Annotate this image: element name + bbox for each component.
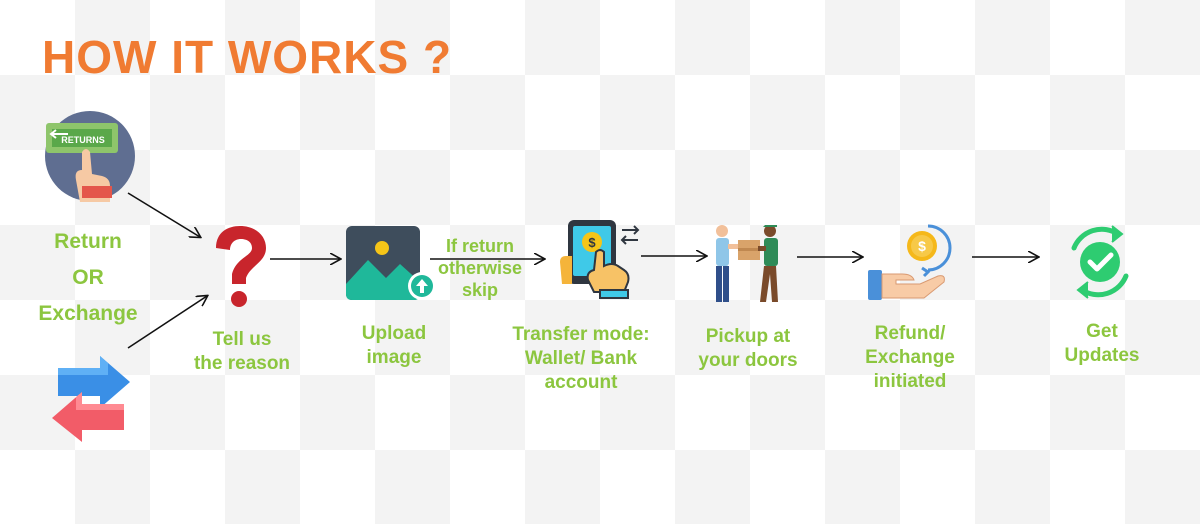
step-reason-label: Tell us the reason (193, 329, 291, 374)
exchange-arrows-icon (52, 356, 130, 442)
return-or-exchange-label: Return OR Exchange (38, 230, 138, 325)
step-refund-label: Refund/ Exchange initiated (865, 323, 955, 392)
svg-text:$: $ (588, 235, 596, 250)
connector-note-label: If return otherwise skip (437, 236, 523, 300)
refund-coin-hand-icon: $ (868, 224, 952, 300)
svg-text:RETURNS: RETURNS (61, 135, 105, 145)
step-upload-label: Upload image (361, 323, 427, 368)
question-mark-icon (216, 226, 266, 307)
check-refresh-icon (1071, 225, 1129, 299)
step-pickup-label: Pickup at your doors (698, 326, 798, 371)
mobile-payment-icon: $ (560, 220, 640, 299)
returns-sign-icon: RETURNS (45, 111, 135, 202)
step-transfer-label: Transfer mode: Wallet/ Bank account (512, 324, 650, 393)
delivery-handover-icon (716, 225, 778, 302)
svg-text:$: $ (918, 238, 926, 254)
step-updates-label: Get Updates (1064, 321, 1140, 366)
